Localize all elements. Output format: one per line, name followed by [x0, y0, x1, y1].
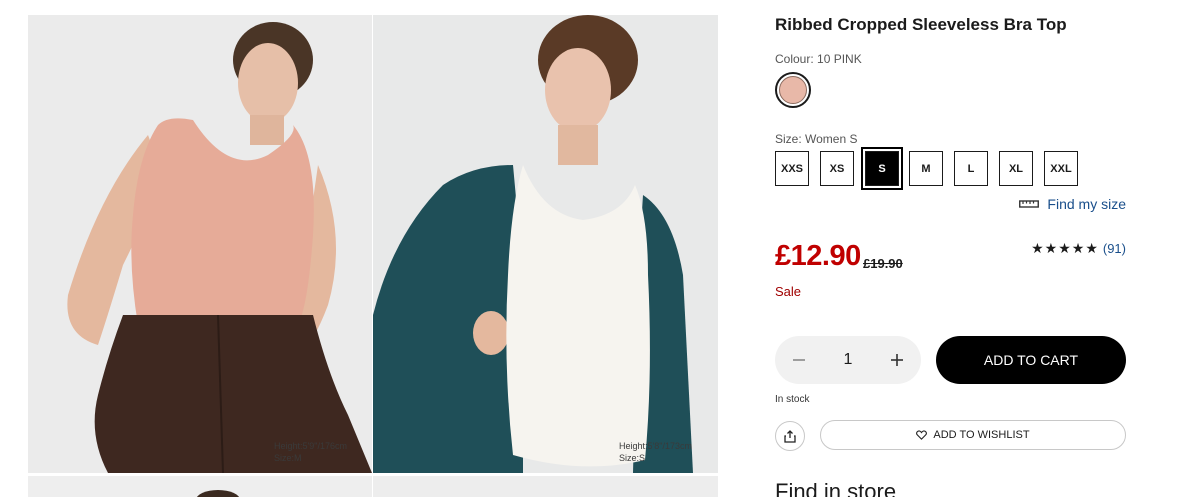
heart-icon	[916, 430, 928, 440]
model-photo	[373, 476, 718, 497]
size-option-s[interactable]: S	[861, 147, 903, 190]
product-title: Ribbed Cropped Sleeveless Bra Top	[775, 15, 1067, 34]
model-size-text: Size:M	[274, 453, 302, 463]
size-option-xxs[interactable]: XXS	[775, 151, 809, 186]
size-label: Size: Women S	[775, 132, 858, 146]
plus-icon	[891, 354, 903, 366]
sale-price: £12.90	[775, 240, 861, 272]
add-to-wishlist-button[interactable]: ADD TO WISHLIST	[820, 420, 1126, 450]
colour-label: Colour: 10 PINK	[775, 52, 862, 66]
product-gallery: Height:5'9"/176cm Size:M Height:5'8"/173…	[28, 15, 718, 497]
size-option-xxl[interactable]: XXL	[1044, 151, 1078, 186]
size-option-l[interactable]: L	[954, 151, 988, 186]
size-option-xl[interactable]: XL	[999, 151, 1033, 186]
find-in-store-heading: Find in store	[775, 479, 897, 497]
product-photo-2[interactable]: Height:5'8"/173cm Size:S	[373, 15, 718, 473]
model-photo-white-top	[373, 15, 718, 473]
wishlist-text: ADD TO WISHLIST	[933, 429, 1030, 441]
model-caption: Height:5'9"/176cm Size:M	[274, 440, 347, 464]
ruler-icon	[1019, 200, 1040, 208]
model-height-text: Height:5'8"/173cm	[619, 441, 692, 451]
quantity-stepper: 1	[775, 336, 921, 384]
model-height-text: Height:5'9"/176cm	[274, 441, 347, 451]
size-option-xs[interactable]: XS	[820, 151, 854, 186]
share-button[interactable]	[775, 421, 805, 451]
find-my-size-link[interactable]: Find my size	[1019, 196, 1126, 212]
product-photo-3[interactable]	[28, 476, 372, 497]
sale-label: Sale	[775, 284, 802, 299]
product-photo-4[interactable]	[373, 476, 718, 497]
product-rating[interactable]: ★★★★★ (91)	[1031, 240, 1126, 257]
model-size-text: Size:S	[619, 453, 646, 463]
share-icon	[784, 429, 796, 443]
original-price: £19.90	[863, 256, 903, 271]
size-option-m[interactable]: M	[909, 151, 943, 186]
add-to-cart-button[interactable]: ADD TO CART	[936, 336, 1126, 384]
model-photo	[28, 476, 372, 497]
model-photo-pink-top	[28, 15, 372, 473]
find-my-size-text: Find my size	[1047, 196, 1126, 212]
model-caption: Height:5'8"/173cm Size:S	[619, 440, 692, 464]
quantity-value[interactable]: 1	[823, 336, 873, 384]
review-count-link[interactable]: (91)	[1103, 241, 1126, 256]
quantity-increase-button[interactable]	[873, 336, 921, 384]
colour-swatch-pink[interactable]	[775, 72, 811, 108]
rating-stars-icon: ★★★★★	[1031, 240, 1099, 256]
stock-status: In stock	[775, 394, 810, 405]
swatch-color	[779, 76, 807, 104]
minus-icon	[793, 359, 805, 361]
quantity-decrease-button[interactable]	[775, 336, 823, 384]
product-photo-1[interactable]: Height:5'9"/176cm Size:M	[28, 15, 372, 473]
product-details-panel: Ribbed Cropped Sleeveless Bra Top Colour…	[775, 0, 1127, 497]
